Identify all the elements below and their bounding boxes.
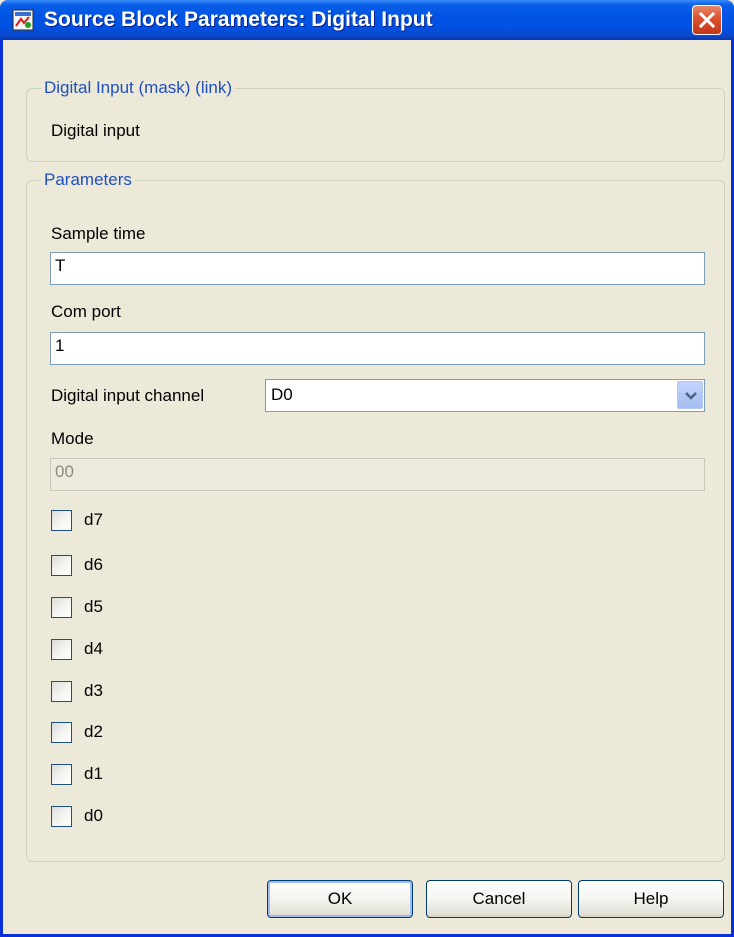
checkbox-label: d6 [84,555,103,574]
checkbox-box[interactable] [51,510,72,531]
com-port-label: Com port [51,302,121,321]
mode-input: 00 [50,458,705,491]
checkbox-label: d2 [84,722,103,741]
checkbox-label: d3 [84,681,103,700]
close-button[interactable] [692,5,722,35]
chevron-down-icon [685,392,697,400]
cancel-button[interactable]: Cancel [426,880,572,918]
digital-input-channel-value: D0 [271,385,293,404]
close-icon [699,12,715,28]
checkbox-box[interactable] [51,639,72,660]
checkbox-label: d4 [84,639,103,658]
description-text: Digital input [51,121,140,140]
checkbox-box[interactable] [51,597,72,618]
checkbox-box[interactable] [51,555,72,576]
sample-time-label: Sample time [51,224,146,243]
digital-input-channel-select[interactable]: D0 [265,379,705,412]
com-port-input[interactable]: 1 [50,332,705,365]
help-button[interactable]: Help [578,880,724,918]
dialog-window: Source Block Parameters: Digital Input D… [0,0,734,937]
checkbox-label: d7 [84,510,103,529]
ok-button[interactable]: OK [267,880,413,918]
simulink-block-icon [12,9,34,31]
checkbox-box[interactable] [51,681,72,702]
checkbox-box[interactable] [51,722,72,743]
checkbox-label: d0 [84,806,103,825]
title-bar[interactable]: Source Block Parameters: Digital Input [0,0,734,40]
mode-label: Mode [51,429,94,448]
dropdown-button[interactable] [677,381,703,409]
digital-input-channel-label: Digital input channel [51,386,205,405]
checkbox-box[interactable] [51,764,72,785]
sample-time-input[interactable]: T [50,252,705,285]
checkbox-label: d1 [84,764,103,783]
window-title: Source Block Parameters: Digital Input [44,8,433,31]
checkbox-box[interactable] [51,806,72,827]
parameters-legend: Parameters [44,170,132,189]
checkbox-label: d5 [84,597,103,616]
description-legend: Digital Input (mask) (link) [44,78,232,97]
description-group: Digital Input (mask) (link) [26,78,725,162]
